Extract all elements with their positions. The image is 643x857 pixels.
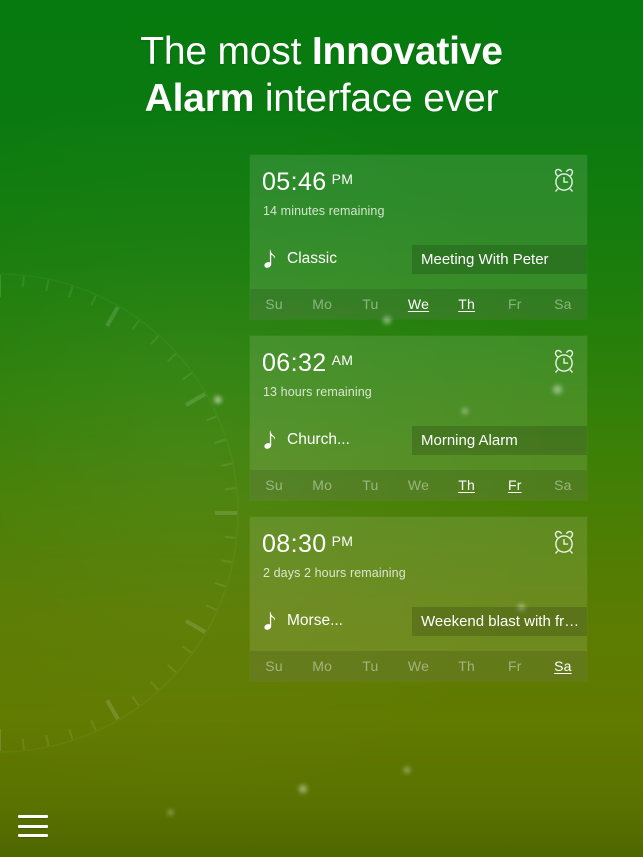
alarm-tone[interactable]: Classic <box>262 249 337 269</box>
day-toggle-tu[interactable]: Tu <box>346 470 394 500</box>
day-toggle-sa[interactable]: Sa <box>539 289 587 319</box>
day-toggle-su[interactable]: Su <box>250 289 298 319</box>
music-note-icon <box>264 430 276 449</box>
alarm-card-body: 05:46 PM 14 minutes remaining Classic Mee… <box>250 155 587 289</box>
alarm-label-text: Morning Alarm <box>421 432 518 449</box>
hamburger-menu-icon[interactable] <box>18 815 48 837</box>
hamburger-bar <box>18 815 48 818</box>
page-title: The most Innovative Alarm interface ever <box>0 28 643 122</box>
alarm-label-field[interactable]: Weekend blast with fr… <box>412 607 587 636</box>
day-toggle-tu[interactable]: Tu <box>346 651 394 681</box>
alarm-time-meridiem: AM <box>331 352 354 368</box>
alarm-time-meridiem: PM <box>331 171 354 187</box>
day-toggle-th[interactable]: Th <box>443 470 491 500</box>
day-toggle-we[interactable]: We <box>394 289 442 319</box>
alarm-remaining-text: 14 minutes remaining <box>263 204 385 218</box>
day-toggle-sa[interactable]: Sa <box>539 470 587 500</box>
day-toggle-we[interactable]: We <box>394 651 442 681</box>
alarm-time[interactable]: 06:32 AM <box>262 349 353 378</box>
bokeh-dot <box>404 767 410 773</box>
alarm-time-meridiem: PM <box>331 533 354 549</box>
alarm-tone[interactable]: Church... <box>262 430 350 450</box>
alarm-tone-label: Classic <box>287 250 337 267</box>
alarm-card-body: 08:30 PM 2 days 2 hours remaining Morse..… <box>250 517 587 651</box>
alarm-tone[interactable]: Morse... <box>262 611 343 631</box>
day-toggle-mo[interactable]: Mo <box>298 289 346 319</box>
headline-line: The most Innovative <box>140 30 503 73</box>
alarm-label-text: Meeting With Peter <box>421 251 549 268</box>
background-clock-dial-icon <box>0 273 239 753</box>
day-toggle-fr[interactable]: Fr <box>491 470 539 500</box>
alarm-time[interactable]: 05:46 PM <box>262 168 353 197</box>
alarm-clock-icon[interactable] <box>551 348 577 374</box>
day-toggle-th[interactable]: Th <box>443 289 491 319</box>
alarm-day-selector: Su Mo Tu We Th Fr Sa <box>250 651 587 681</box>
music-note-icon <box>264 611 276 630</box>
day-toggle-su[interactable]: Su <box>250 651 298 681</box>
headline-text-2: interface ever <box>254 77 499 120</box>
day-toggle-mo[interactable]: Mo <box>298 470 346 500</box>
alarm-tone-label: Morse... <box>287 612 343 629</box>
alarm-clock-icon[interactable] <box>551 529 577 555</box>
bokeh-dot <box>168 810 173 815</box>
alarm-label-text: Weekend blast with fr… <box>421 613 580 630</box>
day-toggle-fr[interactable]: Fr <box>491 289 539 319</box>
alarm-list: 05:46 PM 14 minutes remaining Classic Mee… <box>250 155 587 698</box>
music-note-icon <box>264 249 276 268</box>
alarm-remaining-text: 13 hours remaining <box>263 385 372 399</box>
day-toggle-tu[interactable]: Tu <box>346 289 394 319</box>
day-toggle-su[interactable]: Su <box>250 470 298 500</box>
alarm-clock-icon[interactable] <box>551 167 577 193</box>
alarm-label-field[interactable]: Morning Alarm <box>412 426 587 455</box>
bokeh-dot <box>214 396 221 403</box>
alarm-time[interactable]: 08:30 PM <box>262 530 353 559</box>
alarm-time-value: 06:32 <box>262 349 327 377</box>
alarm-card-2[interactable]: 06:32 AM 13 hours remaining Church... Mor… <box>250 336 587 500</box>
day-toggle-mo[interactable]: Mo <box>298 651 346 681</box>
alarm-card-body: 06:32 AM 13 hours remaining Church... Mor… <box>250 336 587 470</box>
alarm-label-field[interactable]: Meeting With Peter <box>412 245 587 274</box>
bokeh-dot <box>216 398 221 403</box>
day-toggle-sa[interactable]: Sa <box>539 651 587 681</box>
hamburger-bar <box>18 824 48 828</box>
alarm-day-selector: Su Mo Tu We Th Fr Sa <box>250 470 587 500</box>
app-background: The most Innovative Alarm interface ever… <box>0 0 643 857</box>
bokeh-dot <box>299 785 307 793</box>
alarm-remaining-text: 2 days 2 hours remaining <box>263 566 406 580</box>
alarm-day-selector: Su Mo Tu We Th Fr Sa <box>250 289 587 319</box>
alarm-card-1[interactable]: 05:46 PM 14 minutes remaining Classic Mee… <box>250 155 587 319</box>
headline-line: Alarm interface ever <box>145 77 499 120</box>
alarm-tone-label: Church... <box>287 431 350 448</box>
day-toggle-th[interactable]: Th <box>443 651 491 681</box>
alarm-time-value: 08:30 <box>262 530 327 558</box>
alarm-time-value: 05:46 <box>262 168 327 196</box>
headline-emphasis-alarm: Alarm <box>144 77 255 120</box>
day-toggle-we[interactable]: We <box>394 470 442 500</box>
alarm-card-3[interactable]: 08:30 PM 2 days 2 hours remaining Morse..… <box>250 517 587 681</box>
hamburger-bar <box>18 834 48 837</box>
headline-emphasis-innovative: Innovative <box>311 30 503 73</box>
day-toggle-fr[interactable]: Fr <box>491 651 539 681</box>
headline-text-1: The most <box>140 30 312 73</box>
